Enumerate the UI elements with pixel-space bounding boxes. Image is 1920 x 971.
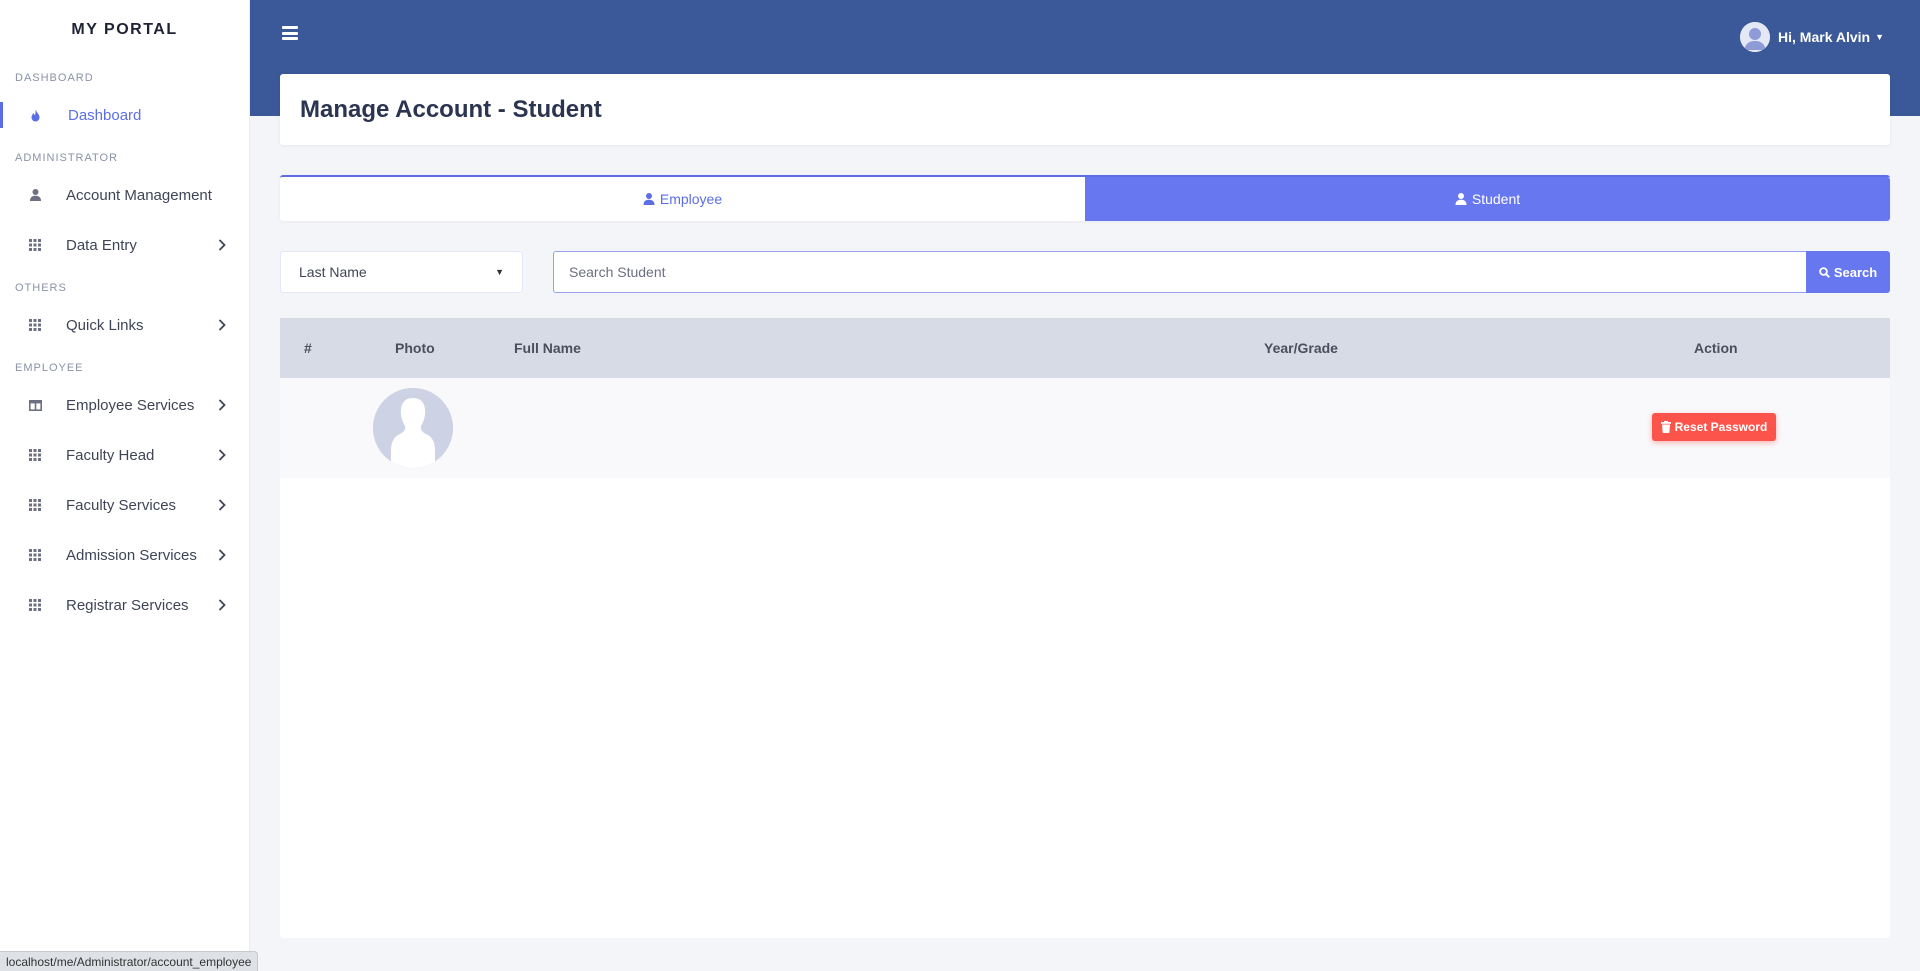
table-header: # Photo Full Name Year/Grade Action xyxy=(280,318,1890,378)
user-menu[interactable]: Hi, Mark Alvin ▼ xyxy=(1740,22,1884,52)
sidebar-item-employee-services[interactable]: Employee Services xyxy=(0,380,249,430)
sidebar-item-admission-services[interactable]: Admission Services xyxy=(0,530,249,580)
column-header-full-name: Full Name xyxy=(514,340,581,356)
tab-label: Student xyxy=(1471,191,1521,207)
account-type-tabs: Employee Student xyxy=(280,175,1890,221)
tab-student[interactable]: Student xyxy=(1085,177,1890,221)
sidebar-item-faculty-head[interactable]: Faculty Head xyxy=(0,430,249,480)
grid-icon xyxy=(28,598,42,612)
user-icon xyxy=(1455,193,1467,205)
sidebar-item-label: Data Entry xyxy=(66,236,137,254)
sidebar: MY PORTAL DASHBOARD Dashboard ADMINISTRA… xyxy=(0,0,250,971)
sidebar-item-label: Admission Services xyxy=(66,546,197,564)
sidebar-item-label: Dashboard xyxy=(68,106,142,124)
grid-icon xyxy=(28,548,42,562)
sidebar-item-dashboard[interactable]: Dashboard xyxy=(0,90,249,140)
grid-icon xyxy=(28,318,42,332)
reset-password-button[interactable]: Reset Password xyxy=(1652,413,1776,441)
student-photo-placeholder xyxy=(373,388,453,468)
select-value: Last Name xyxy=(299,264,367,280)
tab-employee[interactable]: Employee xyxy=(280,177,1085,221)
chevron-right-icon xyxy=(215,448,229,462)
trash-icon xyxy=(1660,421,1671,433)
browser-status-url: localhost/me/Administrator/account_emplo… xyxy=(0,951,259,971)
sidebar-item-label: Registrar Services xyxy=(66,596,189,614)
grid-icon xyxy=(28,498,42,512)
sidebar-item-faculty-services[interactable]: Faculty Services xyxy=(0,480,249,530)
nav-heading-employee: EMPLOYEE xyxy=(15,362,84,374)
chevron-right-icon xyxy=(215,398,229,412)
user-icon xyxy=(28,188,42,202)
grid-icon xyxy=(28,448,42,462)
column-header-year-grade: Year/Grade xyxy=(1264,340,1338,356)
columns-icon xyxy=(28,398,42,412)
chevron-right-icon xyxy=(215,238,229,252)
user-icon xyxy=(643,193,655,205)
menu-toggle-icon[interactable] xyxy=(282,26,298,40)
sidebar-item-label: Account Management xyxy=(66,186,212,204)
caret-down-icon: ▼ xyxy=(495,267,504,277)
search-input[interactable] xyxy=(553,251,1806,293)
fire-icon xyxy=(28,108,42,122)
reset-password-label: Reset Password xyxy=(1674,420,1768,434)
nav-heading-dashboard: DASHBOARD xyxy=(15,72,94,84)
sidebar-item-quick-links[interactable]: Quick Links xyxy=(0,300,249,350)
sidebar-item-data-entry[interactable]: Data Entry xyxy=(0,220,249,270)
search-field-select[interactable]: Last Name ▼ xyxy=(280,251,523,293)
table-row: Reset Password xyxy=(280,378,1890,478)
search-icon xyxy=(1819,266,1830,278)
chevron-right-icon xyxy=(215,598,229,612)
column-header-action: Action xyxy=(1694,340,1738,356)
page-header: Manage Account - Student xyxy=(280,74,1890,145)
student-table: # Photo Full Name Year/Grade Action Rese… xyxy=(280,318,1890,938)
nav-heading-others: OTHERS xyxy=(15,282,67,294)
search-button[interactable]: Search xyxy=(1806,251,1890,293)
chevron-right-icon xyxy=(215,318,229,332)
sidebar-item-registrar-services[interactable]: Registrar Services xyxy=(0,580,249,630)
column-header-photo: Photo xyxy=(395,340,435,356)
brand-logo[interactable]: MY PORTAL xyxy=(0,0,249,60)
search-group: Search xyxy=(553,251,1890,293)
chevron-right-icon xyxy=(215,548,229,562)
avatar xyxy=(1740,22,1771,52)
caret-down-icon: ▼ xyxy=(1875,32,1884,42)
sidebar-item-label: Faculty Services xyxy=(66,496,177,514)
nav-heading-administrator: ADMINISTRATOR xyxy=(15,152,119,164)
sidebar-item-account-management[interactable]: Account Management xyxy=(0,170,249,220)
page-title: Manage Account - Student xyxy=(300,95,602,123)
sidebar-item-label: Faculty Head xyxy=(66,446,155,464)
search-button-label: Search xyxy=(1833,264,1878,280)
sidebar-item-label: Employee Services xyxy=(66,396,195,414)
column-header-number: # xyxy=(304,340,312,356)
chevron-right-icon xyxy=(215,498,229,512)
sidebar-item-label: Quick Links xyxy=(66,316,144,334)
tab-label: Employee xyxy=(659,191,723,207)
grid-icon xyxy=(28,238,42,252)
user-greeting: Hi, Mark Alvin xyxy=(1778,29,1871,45)
